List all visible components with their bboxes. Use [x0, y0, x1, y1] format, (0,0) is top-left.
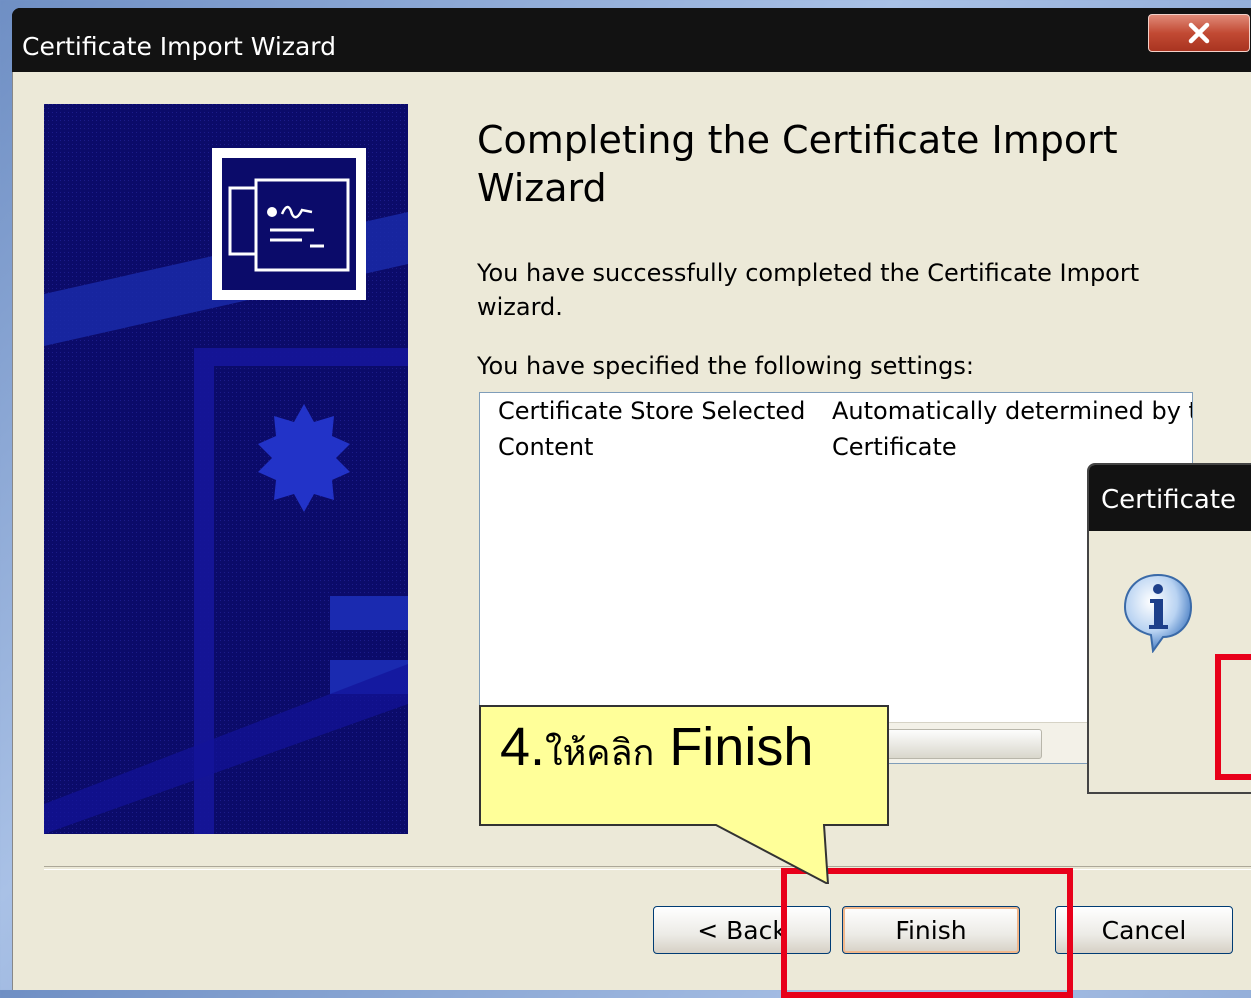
wizard-banner-image	[44, 104, 408, 834]
info-icon	[1123, 573, 1193, 653]
highlight-box-finish	[781, 868, 1073, 998]
message-box-title: Certificate	[1101, 485, 1237, 515]
callout-thai-text: ให้คลิก	[545, 733, 655, 774]
completion-description: You have successfully completed the Cert…	[477, 259, 1140, 321]
title-bar[interactable]: Certificate Import Wizard	[12, 8, 1251, 72]
close-button[interactable]	[1148, 14, 1250, 52]
callout-text: 4.ให้คลิก Finish	[500, 716, 813, 781]
setting-key: Content	[498, 433, 594, 461]
highlight-box-ok	[1215, 654, 1251, 780]
cancel-button[interactable]: Cancel	[1055, 906, 1233, 954]
message-box-title-bar[interactable]: Certificate	[1089, 465, 1251, 531]
list-item: Content Certificate	[498, 433, 957, 461]
callout-action: Finish	[669, 717, 814, 777]
callout-step: 4.	[500, 717, 546, 777]
setting-value: Automatically determined by t	[832, 397, 1193, 425]
page-heading: Completing the Certificate Import Wizard	[477, 118, 1118, 210]
close-icon	[1188, 22, 1210, 44]
window-title: Certificate Import Wizard	[22, 32, 336, 61]
setting-value: Certificate	[832, 433, 957, 461]
settings-label: You have specified the following setting…	[477, 352, 974, 380]
setting-key: Certificate Store Selected	[498, 397, 806, 425]
list-item: Certificate Store Selected Automatically …	[498, 397, 1193, 425]
